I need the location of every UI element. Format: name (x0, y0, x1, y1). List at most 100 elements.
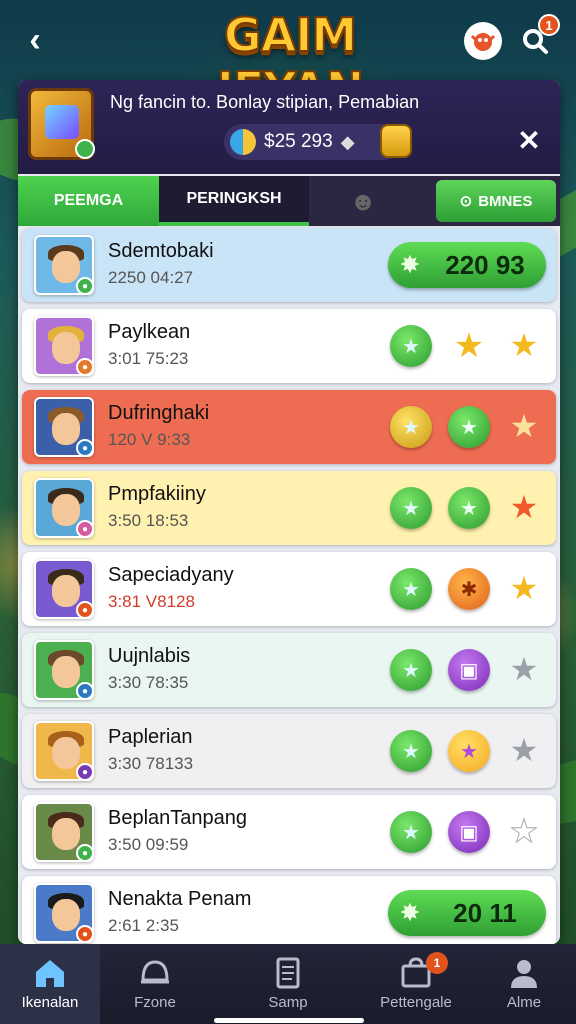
player-name: Sapeciadyany (108, 564, 234, 586)
tab-bmnes[interactable]: ⊙ BMNES (436, 180, 556, 222)
profile-button[interactable] (464, 22, 502, 60)
reward-badge-button[interactable]: ★ (448, 487, 490, 529)
close-banner-button[interactable]: ✕ (516, 126, 542, 156)
player-avatar[interactable]: ● (34, 721, 94, 781)
favorite-star-icon[interactable]: ★ (504, 647, 544, 691)
player-time: 3:50 09:59 (108, 835, 189, 854)
reward-gem-button[interactable]: ★ (390, 568, 432, 610)
player-row[interactable]: ● Sdemtobaki 2250 04:27 ✸ 220 93 (22, 228, 556, 302)
player-row[interactable]: ● Paylkean 3:01 75:23 ★ ★ ★ (22, 309, 556, 383)
player-row[interactable]: ● Sapeciadyany 3:81 V8128 ★ ✱ ★ (22, 552, 556, 626)
home-icon (36, 960, 64, 987)
reward-gem-button[interactable]: ★ (390, 487, 432, 529)
nav-home[interactable]: Ikenalan (0, 944, 100, 1024)
notification-badge: 1 (538, 14, 560, 36)
player-row[interactable]: ● BeplanTanpang 3:50 09:59 ★ ▣ ★ (22, 795, 556, 869)
nav-alme[interactable]: Alme (474, 944, 574, 1024)
favorite-star-icon[interactable]: ★ (504, 404, 544, 448)
player-name: Paplerian (108, 726, 193, 748)
leaderboard-panel: Ng fancin to. Bonlay stipian, Pemabian $… (18, 80, 560, 944)
player-time: 3:30 78:35 (108, 673, 189, 692)
reward-gem-button[interactable]: ★ (390, 649, 432, 691)
rank-badge-icon: ● (76, 601, 94, 619)
player-avatar[interactable]: ● (34, 640, 94, 700)
reward-badge-button[interactable]: ▣ (448, 811, 490, 853)
rank-badge-icon: ● (76, 358, 94, 376)
score-button[interactable]: ✸ 220 93 (388, 242, 546, 288)
badge-icon: ★ (453, 327, 485, 365)
favorite-star-icon[interactable]: ★ (504, 728, 544, 772)
rank-badge-icon: ● (76, 439, 94, 457)
sparkle-icon: ✸ (400, 252, 420, 277)
reward-gem-button[interactable]: ★ (390, 811, 432, 853)
player-row[interactable]: ● Dufringhaki 120 V 9:33 ★ ★ ★ (22, 390, 556, 464)
nav-fzone[interactable]: Fzone (105, 944, 205, 1024)
player-row[interactable]: ● Uujnlabis 3:30 78:35 ★ ▣ ★ (22, 633, 556, 707)
player-row[interactable]: ● Nenakta Penam 2:61 2:35 ✸ 20 11 (22, 876, 556, 944)
player-name: Paylkean (108, 321, 191, 343)
favorite-star-icon[interactable]: ★ (504, 323, 544, 367)
player-name: Dufringhaki (108, 402, 210, 424)
nav-pettengale[interactable]: 1 Pettengale (366, 944, 466, 1024)
player-avatar[interactable]: ● (34, 397, 94, 457)
score-button[interactable]: ✸ 20 11 (388, 890, 546, 936)
reward-badge-button[interactable]: ★ (448, 406, 490, 448)
player-avatar[interactable]: ● (34, 883, 94, 943)
reward-badge-button[interactable]: ★ (448, 730, 490, 772)
score-value: 20 11 (453, 897, 517, 928)
banner-message: Ng fancin to. Bonlay stipian, Pemabian (110, 92, 420, 112)
player-avatar[interactable]: ● (34, 559, 94, 619)
reward-gem-button[interactable]: ★ (390, 406, 432, 448)
badge-icon: ★ (460, 416, 478, 439)
badge-icon: ★ (460, 740, 478, 763)
reward-badge-button[interactable]: ▣ (448, 649, 490, 691)
close-icon: ✕ (517, 125, 541, 156)
badge-icon: ✱ (460, 578, 478, 601)
rank-badge-icon: ● (76, 925, 94, 943)
favorite-star-icon[interactable]: ★ (504, 809, 544, 853)
player-time: 3:30 78133 (108, 754, 194, 773)
rank-badge-icon: ● (76, 520, 94, 538)
reward-gem-button[interactable]: ★ (390, 730, 432, 772)
game-logo: GAIM IEYAN (216, 7, 366, 117)
back-button[interactable]: ‹ (18, 22, 52, 58)
player-time: 120 V 9:33 (108, 430, 191, 449)
reward-badge-button[interactable]: ★ (448, 325, 490, 367)
nav-samp[interactable]: Samp (238, 944, 338, 1024)
top-header: ‹ GAIM IEYAN 1 (0, 0, 576, 117)
gem-icon: ★ (402, 497, 420, 520)
player-name: Sdemtobaki (108, 240, 214, 262)
tab-peringksh[interactable]: PERINGKSH (159, 176, 309, 226)
player-avatar[interactable]: ● (34, 235, 94, 295)
reward-badge-button[interactable]: ✱ (448, 568, 490, 610)
tab-emoji[interactable]: ☻ (338, 176, 388, 226)
gem-icon: ★ (402, 740, 420, 763)
player-time: 2250 04:27 (108, 268, 194, 287)
favorite-star-icon[interactable]: ★ (504, 485, 544, 529)
player-row[interactable]: ● Paplerian 3:30 78133 ★ ★ ★ (22, 714, 556, 788)
favorite-star-icon[interactable]: ★ (504, 566, 544, 610)
gem-icon: ★ (402, 335, 420, 358)
rank-badge-icon: ● (76, 682, 94, 700)
player-avatar[interactable]: ● (34, 802, 94, 862)
rank-badge-icon: ● (76, 763, 94, 781)
player-row[interactable]: ● Pmpfakiiny 3:50 18:53 ★ ★ ★ (22, 471, 556, 545)
badge-icon: ▣ (459, 821, 479, 844)
score-value: 220 93 (445, 249, 525, 280)
treasure-chest-icon[interactable] (28, 88, 95, 160)
currency-display[interactable]: $25 293 ◆ (224, 124, 402, 160)
home-indicator (214, 1018, 364, 1023)
player-time: 2:61 2:35 (108, 916, 179, 935)
player-avatar[interactable]: ● (34, 478, 94, 538)
tab-peemga[interactable]: PEEMGA (18, 176, 159, 226)
chevron-left-icon: ‹ (29, 21, 41, 59)
gold-chest-icon[interactable] (380, 124, 412, 158)
gem-icon: ★ (402, 578, 420, 601)
reward-banner: Ng fancin to. Bonlay stipian, Pemabian $… (18, 80, 560, 174)
player-name: BeplanTanpang (108, 807, 248, 829)
smiley-icon: ☻ (349, 185, 377, 216)
player-avatar[interactable]: ● (34, 316, 94, 376)
currency-value: $25 293 (264, 131, 333, 152)
reward-gem-button[interactable]: ★ (390, 325, 432, 367)
gem-icon: ★ (402, 659, 420, 682)
